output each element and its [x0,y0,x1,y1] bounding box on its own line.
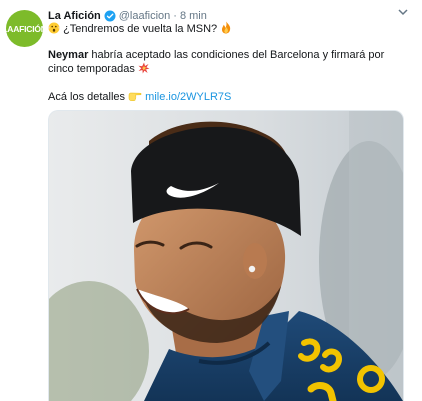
tweet-text-line-1: ¿Tendremos de vuelta la MSN? [48,21,232,38]
fire-emoji-icon [220,21,232,38]
surprised-emoji-icon [48,22,60,38]
pointing-hand-emoji-icon [128,91,142,106]
avatar-logo-text: LAAFICIÓN [6,23,43,34]
tweet-bold-name: Neymar [48,49,89,61]
tweet-link[interactable]: mile.io/2WYLR7S [145,91,231,103]
tweet-text-line-2: Neymar habría aceptado las condiciones d… [48,48,398,78]
explosion-emoji-icon [138,62,150,78]
earring [248,265,256,273]
chevron-down-icon[interactable] [398,7,408,20]
tweet-question: ¿Tendremos de vuelta la MSN? [63,23,218,35]
avatar[interactable]: LAAFICIÓN [6,10,43,47]
tweet-text-line-3: Acá los detalles mile.io/2WYLR7S [48,90,231,106]
tweet-body: habría aceptado las condiciones del Barc… [48,49,385,75]
tweet-details: Acá los detalles [48,91,126,103]
tweet: LAAFICIÓN La Afición @laaficion · 8 min [0,0,422,401]
tweet-media-photo[interactable] [48,110,404,401]
